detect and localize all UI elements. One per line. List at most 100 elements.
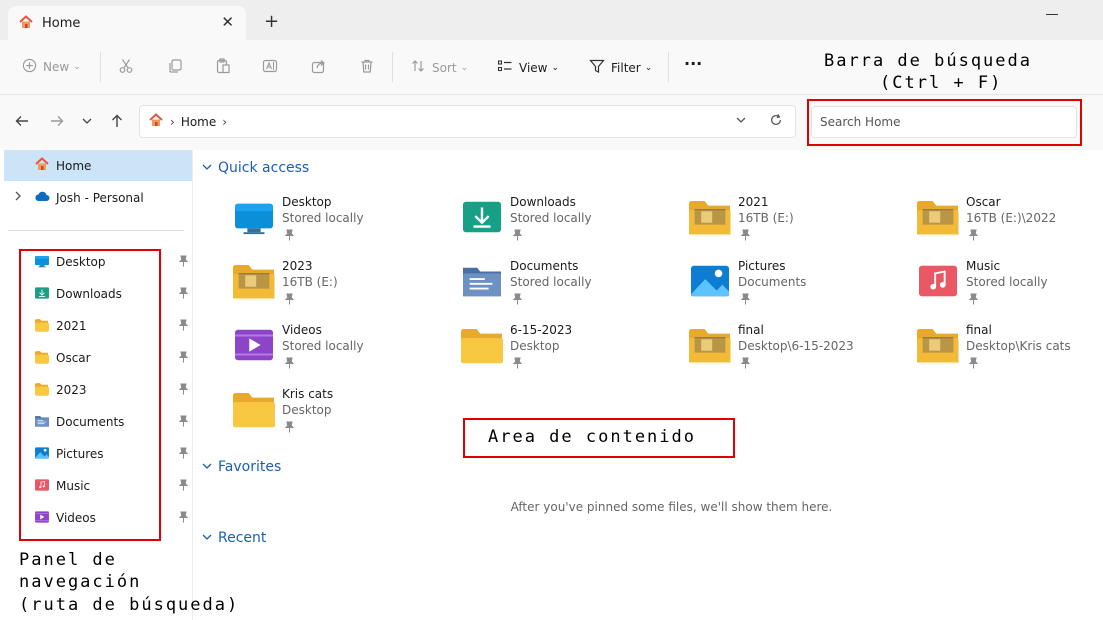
refresh-icon[interactable] [769,113,783,131]
quick-access-tile[interactable]: final Desktop\6-15-2023 [688,322,908,378]
chevron-down-icon: ⌄ [551,62,560,73]
sort-button[interactable]: Sort ⌄ [410,58,468,77]
pin-icon[interactable] [284,293,295,308]
chevron-down-icon: ⌄ [644,62,653,73]
annotation-nav-box [19,249,161,541]
pin-icon[interactable] [178,511,189,526]
content-area: Quick access Desktop Stored locally Downlo… [194,150,1103,620]
plus-circle-icon [22,58,37,76]
quick-access-tile[interactable]: Desktop Stored locally [232,194,452,250]
pin-icon[interactable] [968,293,979,308]
new-label: New [43,60,70,74]
desktop-icon [232,198,278,238]
copy-icon [167,58,183,77]
toolbar-divider [668,52,669,82]
chevron-down-icon [202,461,212,474]
pin-icon[interactable] [968,357,979,372]
quick-access-tile[interactable]: Downloads Stored locally [460,194,680,250]
tile-location: Stored locally [510,275,592,289]
view-button[interactable]: View ⌄ [497,58,559,77]
breadcrumb-separator[interactable]: › [222,115,227,129]
quick-access-tile[interactable]: Documents Stored locally [460,258,680,314]
cut-button[interactable] [118,58,134,77]
new-tab-button[interactable]: + [264,13,279,31]
tile-location: 16TB (E:) [282,275,338,289]
pin-icon[interactable] [178,415,189,430]
breadcrumb-home[interactable]: Home [181,115,216,129]
scissors-icon [118,58,134,77]
tile-name: 2023 [282,259,313,273]
pin-icon[interactable] [512,357,523,372]
forward-arrow-icon[interactable] [49,113,65,132]
quick-access-tile[interactable]: Music Stored locally [916,258,1103,314]
close-tab-icon[interactable]: ✕ [221,14,234,30]
section-favorites[interactable]: Favorites [202,459,281,475]
quick-access-tile[interactable]: Videos Stored locally [232,322,452,378]
copy-button[interactable] [167,58,183,77]
quick-access-tile[interactable]: 2021 16TB (E:) [688,194,908,250]
address-history-chevron-icon[interactable] [735,114,747,129]
quick-access-tile[interactable]: Oscar 16TB (E:)\2022 [916,194,1103,250]
pin-icon[interactable] [178,351,189,366]
pin-icon[interactable] [284,357,295,372]
file-explorer-window: Home ✕ + New ⌄ Sort ⌄ View ⌄ Filter ⌄ ··… [0,0,1103,620]
recent-locations-chevron-icon[interactable] [81,113,93,132]
quick-access-tile[interactable]: 6-15-2023 Desktop [460,322,680,378]
filter-icon [589,58,605,77]
quick-access-tile[interactable]: Pictures Documents [688,258,908,314]
pin-icon[interactable] [740,357,751,372]
chevron-down-icon [202,162,212,175]
share-button[interactable] [311,58,327,77]
back-arrow-icon[interactable] [14,113,30,132]
sidebar-item-home[interactable]: Home [4,150,192,181]
quick-access-tile[interactable]: 2023 16TB (E:) [232,258,452,314]
documents-icon [460,262,506,302]
paste-button[interactable] [215,58,231,77]
pin-icon[interactable] [740,229,751,244]
tile-name: Pictures [738,259,786,273]
tile-name: Kris cats [282,387,334,401]
filter-button[interactable]: Filter ⌄ [589,58,652,77]
pin-icon[interactable] [178,479,189,494]
tile-location: Desktop\Kris cats [966,339,1071,353]
pin-icon[interactable] [178,287,189,302]
section-recent[interactable]: Recent [202,530,266,546]
pin-icon[interactable] [968,229,979,244]
folder-photos-icon [916,326,962,366]
breadcrumb-separator[interactable]: › [170,115,175,129]
pin-icon[interactable] [512,293,523,308]
tab-home[interactable]: Home ✕ [8,6,246,40]
rename-button[interactable] [262,58,278,77]
minimize-button[interactable] [1046,14,1058,15]
pin-icon[interactable] [512,229,523,244]
pin-icon[interactable] [178,383,189,398]
tile-location: Desktop [282,403,332,417]
sort-label: Sort [432,60,457,75]
pictures-icon [688,262,734,302]
annotation-search-line1: Barra de búsqueda [824,51,1032,71]
pin-icon[interactable] [740,293,751,308]
up-arrow-icon[interactable] [109,113,125,132]
downloads-icon [460,198,506,238]
more-options-button[interactable]: ··· [684,54,702,73]
home-icon [34,156,50,175]
pin-icon[interactable] [178,255,189,270]
sidebar-item-onedrive[interactable]: Josh - Personal [4,182,192,213]
annotation-nav-line1: Panel de [19,550,117,570]
address-bar[interactable]: › Home › [139,105,796,138]
delete-button[interactable] [359,58,375,77]
tile-location: Stored locally [510,211,592,225]
sidebar-item-label: Josh - Personal [56,190,144,205]
chevron-right-icon[interactable] [14,191,22,204]
pin-icon[interactable] [178,447,189,462]
quick-access-tile[interactable]: final Desktop\Kris cats [916,322,1103,378]
pin-icon[interactable] [284,421,295,436]
pin-icon[interactable] [178,319,189,334]
tile-name: final [738,323,764,337]
section-quick-access[interactable]: Quick access [202,160,309,176]
quick-access-tile[interactable]: Kris cats Desktop [232,386,452,442]
pin-icon[interactable] [284,229,295,244]
new-button[interactable]: New ⌄ [22,58,81,76]
toolbar-divider [100,52,101,82]
tile-name: Music [966,259,1001,273]
